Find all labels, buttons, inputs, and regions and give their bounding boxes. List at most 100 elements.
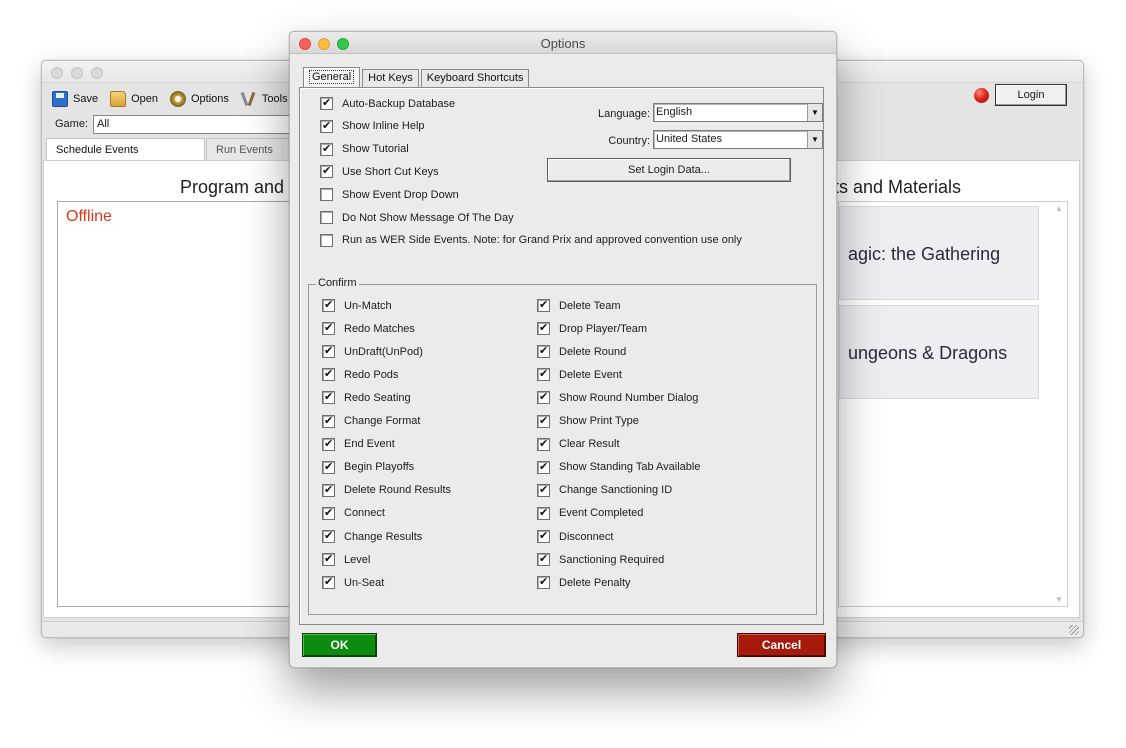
language-select[interactable]: English ▼ [653,103,823,122]
checkbox-checked-icon[interactable] [537,506,550,520]
checkbox-checked-icon[interactable] [322,414,335,428]
materials-scrollbar[interactable]: ▲ ▼ [1055,204,1063,604]
login-button[interactable]: Login [995,84,1067,106]
tab-hot-keys[interactable]: Hot Keys [362,69,419,87]
option-redo-pods[interactable]: Redo Pods [322,367,398,382]
option-run-as-wer-side-events-note-for-grand-prix-and-approved-convention-use-only[interactable]: Run as WER Side Events. Note: for Grand … [320,233,742,247]
checkbox-checked-icon[interactable] [322,529,335,543]
tab-general[interactable]: General [303,67,361,87]
program-title: Program and [180,177,285,197]
checkbox-checked-icon[interactable] [320,164,333,179]
option-do-not-show-message-of-the-day[interactable]: Do Not Show Message Of The Day [320,211,514,224]
option-auto-backup-database[interactable]: Auto-Backup Database [320,96,455,110]
checkbox-icon[interactable] [320,233,333,247]
option-un-match[interactable]: Un-Match [322,298,392,312]
chevron-down-icon[interactable]: ▼ [807,131,822,148]
checkbox-checked-icon[interactable] [322,552,335,567]
checkbox-checked-icon[interactable] [537,460,550,474]
material-card[interactable]: ungeons & Dragons [839,305,1039,399]
chevron-down-icon[interactable]: ▼ [807,104,822,121]
options-button[interactable]: Options [170,91,229,107]
checkbox-checked-icon[interactable] [322,390,335,405]
cancel-button[interactable]: Cancel [737,633,826,657]
checkbox-checked-icon[interactable] [537,390,550,405]
checkbox-checked-icon[interactable] [537,437,550,451]
option-level[interactable]: Level [322,552,370,567]
checkbox-checked-icon[interactable] [322,344,335,359]
checkbox-checked-icon[interactable] [322,575,335,590]
checkbox-checked-icon[interactable] [537,552,550,567]
checkbox-checked-icon[interactable] [537,298,550,312]
game-select[interactable]: All [93,115,303,134]
scroll-down-icon[interactable]: ▼ [1055,595,1063,604]
checkbox-checked-icon[interactable] [537,483,550,497]
option-show-inline-help[interactable]: Show Inline Help [320,119,425,133]
tools-button[interactable]: Tools [241,91,288,107]
checkbox-checked-icon[interactable] [537,344,550,359]
checkbox-checked-icon[interactable] [322,437,335,451]
tab-run-events[interactable]: Run Events [206,138,292,160]
scroll-up-icon[interactable]: ▲ [1055,204,1063,213]
option-begin-playoffs[interactable]: Begin Playoffs [322,460,414,474]
option-disconnect[interactable]: Disconnect [537,529,613,543]
checkbox-checked-icon[interactable] [322,483,335,497]
option-drop-player-team[interactable]: Drop Player/Team [537,321,647,336]
tab-schedule-events[interactable]: Schedule Events [46,138,205,160]
option-label: Show Print Type [559,415,639,427]
option-change-format[interactable]: Change Format [322,414,420,428]
option-show-print-type[interactable]: Show Print Type [537,414,639,428]
checkbox-checked-icon[interactable] [320,119,333,133]
tab-keyboard-shortcuts[interactable]: Keyboard Shortcuts [420,69,530,87]
option-end-event[interactable]: End Event [322,437,395,451]
gear-icon [170,91,186,107]
minimize-window-button[interactable] [71,67,83,79]
option-event-completed[interactable]: Event Completed [537,506,643,520]
option-show-standing-tab-available[interactable]: Show Standing Tab Available [537,460,701,474]
option-label: Show Standing Tab Available [559,461,701,474]
option-use-short-cut-keys[interactable]: Use Short Cut Keys [320,164,439,179]
checkbox-checked-icon[interactable] [537,575,550,590]
option-connect[interactable]: Connect [322,506,385,520]
checkbox-checked-icon[interactable] [322,298,335,312]
country-select[interactable]: United States ▼ [653,130,823,149]
option-label: Delete Round Results [344,484,452,497]
option-delete-team[interactable]: Delete Team [537,298,621,312]
option-delete-penalty[interactable]: Delete Penalty [537,575,631,590]
checkbox-checked-icon[interactable] [320,142,333,156]
checkbox-checked-icon[interactable] [537,414,550,428]
checkbox-icon[interactable] [320,211,333,224]
zoom-window-button[interactable] [91,67,103,79]
option-show-round-number-dialog[interactable]: Show Round Number Dialog [537,390,698,405]
set-login-data-button[interactable]: Set Login Data... [547,158,791,182]
option-change-sanctioning-id[interactable]: Change Sanctioning ID [537,483,672,497]
checkbox-checked-icon[interactable] [322,506,335,520]
option-show-tutorial[interactable]: Show Tutorial [320,142,409,156]
option-clear-result[interactable]: Clear Result [537,437,620,451]
resize-grip-icon[interactable] [1069,625,1079,635]
option-sanctioning-required[interactable]: Sanctioning Required [537,552,664,567]
option-label: End Event [344,438,395,451]
material-card[interactable]: agic: the Gathering [839,206,1039,300]
open-button[interactable]: Open [110,91,158,107]
close-window-button[interactable] [51,67,63,79]
option-redo-matches[interactable]: Redo Matches [322,321,415,336]
checkbox-checked-icon[interactable] [322,460,335,474]
checkbox-checked-icon[interactable] [537,321,550,336]
option-delete-event[interactable]: Delete Event [537,367,622,382]
ok-button[interactable]: OK [302,633,377,657]
option-show-event-drop-down[interactable]: Show Event Drop Down [320,188,459,202]
option-undraft-unpod[interactable]: UnDraft(UnPod) [322,344,423,359]
checkbox-checked-icon[interactable] [537,529,550,543]
option-un-seat[interactable]: Un-Seat [322,575,384,590]
checkbox-checked-icon[interactable] [322,321,335,336]
save-button[interactable]: Save [52,91,98,107]
option-redo-seating[interactable]: Redo Seating [322,390,411,405]
option-change-results[interactable]: Change Results [322,529,422,543]
checkbox-icon[interactable] [320,188,333,202]
checkbox-checked-icon[interactable] [537,367,550,382]
checkbox-checked-icon[interactable] [320,96,333,110]
option-delete-round[interactable]: Delete Round [537,344,626,359]
checkbox-checked-icon[interactable] [322,367,335,382]
option-label: Show Tutorial [342,143,409,156]
option-delete-round-results[interactable]: Delete Round Results [322,483,452,497]
